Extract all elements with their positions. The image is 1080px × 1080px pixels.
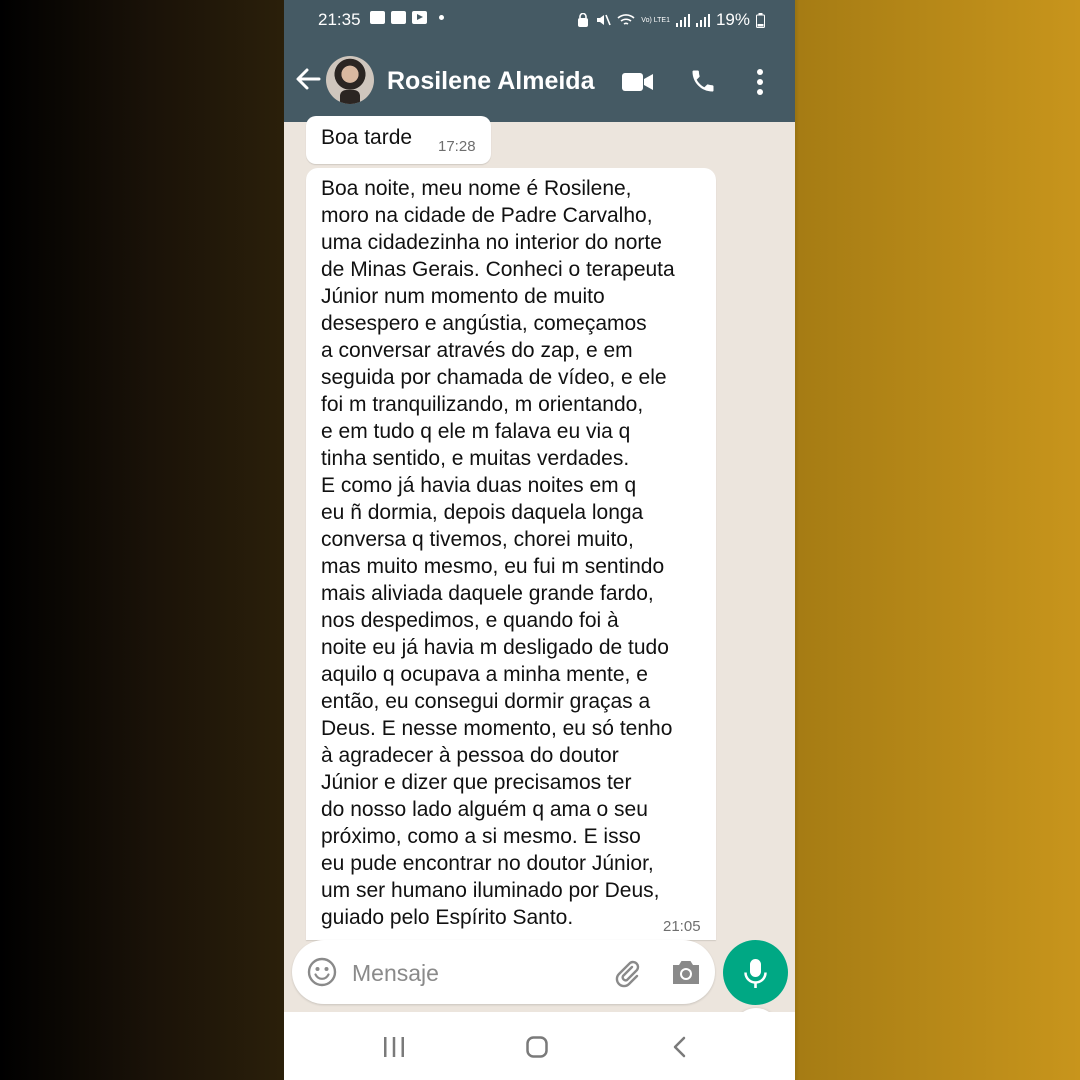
back-arrow-icon[interactable] xyxy=(294,65,322,93)
home-icon[interactable] xyxy=(526,1036,548,1058)
mute-icon xyxy=(597,14,612,26)
status-time: 21:35 xyxy=(318,10,361,29)
message-text: Boa noite, meu nome é Rosilene, moro na … xyxy=(321,177,675,929)
more-vert-icon[interactable] xyxy=(756,68,764,96)
battery-percent: 19% xyxy=(715,10,750,29)
mic-icon xyxy=(744,959,767,988)
message-bubble[interactable]: Boa noite, meu nome é Rosilene, moro na … xyxy=(306,168,716,940)
status-bar: 21:35 Vo) LTE1 19% xyxy=(284,0,795,40)
emoji-icon[interactable] xyxy=(306,956,338,988)
mic-button[interactable] xyxy=(723,940,788,1005)
gallery-notification-icon xyxy=(391,11,406,24)
camera-icon[interactable] xyxy=(670,958,702,986)
signal-1-icon xyxy=(675,13,690,27)
more-notifications-icon xyxy=(439,15,444,20)
contact-name[interactable]: Rosilene Almeida xyxy=(387,67,594,96)
notification-icons xyxy=(370,11,444,24)
phone-screen: 21:35 Vo) LTE1 19% Rosilene Almeida Boa … xyxy=(284,0,795,1080)
signal-2-icon xyxy=(695,13,710,27)
volte-label: Vo) LTE1 xyxy=(641,16,670,24)
system-nav-bar xyxy=(284,1012,795,1080)
mail-notification-icon xyxy=(370,11,385,24)
chat-area[interactable]: Boa tarde 17:28 Boa noite, meu nome é Ro… xyxy=(284,116,795,1054)
phone-call-icon[interactable] xyxy=(689,67,717,95)
message-input-bar[interactable]: Mensaje xyxy=(292,940,715,1004)
message-text: Boa tarde xyxy=(321,126,413,149)
message-time: 17:28 xyxy=(438,138,476,155)
message-bubble[interactable]: Boa tarde 17:28 xyxy=(306,116,491,164)
status-right: Vo) LTE1 19% xyxy=(577,10,765,30)
alarm-lock-icon xyxy=(578,13,589,27)
battery-icon xyxy=(756,12,765,28)
attach-icon[interactable] xyxy=(610,956,642,988)
video-call-icon[interactable] xyxy=(622,71,654,93)
avatar[interactable] xyxy=(326,56,374,104)
recents-icon[interactable] xyxy=(383,1037,405,1057)
chat-header: Rosilene Almeida xyxy=(284,40,795,122)
message-time: 21:05 xyxy=(663,918,701,935)
youtube-notification-icon xyxy=(412,11,427,24)
wifi-icon xyxy=(617,14,635,25)
message-input[interactable]: Mensaje xyxy=(352,960,439,987)
back-icon[interactable] xyxy=(672,1036,686,1058)
